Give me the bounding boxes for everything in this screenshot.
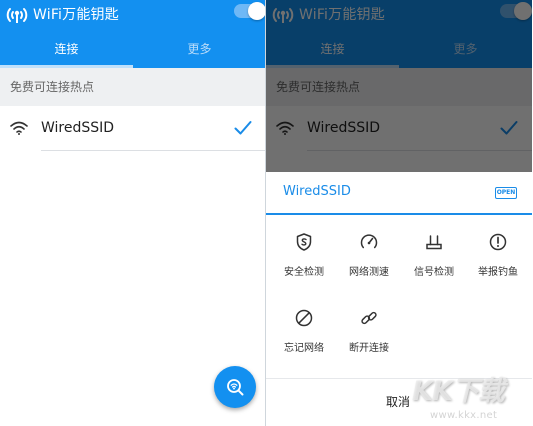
action-label: 断开连接 [349,343,389,354]
wifi-key-logo-icon [6,8,28,23]
report-phishing-button[interactable]: 举报钓鱼 [465,232,531,280]
section-header: 免费可连接热点 [0,68,266,106]
open-badge: OPEN [495,187,517,199]
network-options-screen: WiFi万能钥匙 连接 更多 免费可连接热点 WiredSSID WiredSS… [266,0,532,426]
network-options-sheet: WiredSSID OPEN 安全检测 网络测速 信号检测 举报钓鱼 忘记网络 … [266,172,532,426]
main-screen: WiFi万能钥匙 连接 更多 免费可连接热点 WiredSSID [0,0,266,426]
action-label: 网络测速 [349,267,389,278]
tab-bar: 连接 更多 [0,30,266,68]
shield-s-icon [296,233,312,251]
forget-network-button[interactable]: 忘记网络 [271,308,337,356]
network-ssid: WiredSSID [41,120,115,136]
search-fab-button[interactable] [214,366,256,408]
forbidden-icon [295,309,313,327]
speed-test-button[interactable]: 网络测速 [336,232,402,280]
app-title: WiFi万能钥匙 [33,7,119,23]
router-signal-icon [426,235,442,250]
search-wifi-icon [227,379,244,396]
cancel-divider [266,378,532,379]
cancel-button[interactable]: 取消 [386,393,410,410]
action-label: 信号检测 [414,267,454,278]
action-label: 举报钓鱼 [478,267,518,278]
connected-check-icon [234,121,252,135]
action-label: 忘记网络 [284,343,324,354]
speedometer-icon [360,234,378,249]
modal-overlay[interactable] [266,0,532,172]
wifi-toggle[interactable] [234,2,266,20]
network-list-item[interactable]: WiredSSID [0,106,266,152]
sheet-title-underline [266,213,532,215]
tab-more[interactable]: 更多 [133,30,266,68]
app-bar: WiFi万能钥匙 连接 更多 [0,0,266,68]
signal-check-button[interactable]: 信号检测 [401,232,467,280]
list-divider [41,150,266,151]
toggle-knob[interactable] [248,2,266,20]
wifi-signal-icon [10,121,28,135]
action-label: 安全检测 [284,267,324,278]
broken-link-icon [361,311,377,325]
sheet-title: WiredSSID [283,184,351,199]
tab-connect[interactable]: 连接 [0,30,133,68]
disconnect-button[interactable]: 断开连接 [336,308,402,356]
security-check-button[interactable]: 安全检测 [271,232,337,280]
app-brand: WiFi万能钥匙 [0,0,119,28]
alert-circle-icon [489,233,507,251]
